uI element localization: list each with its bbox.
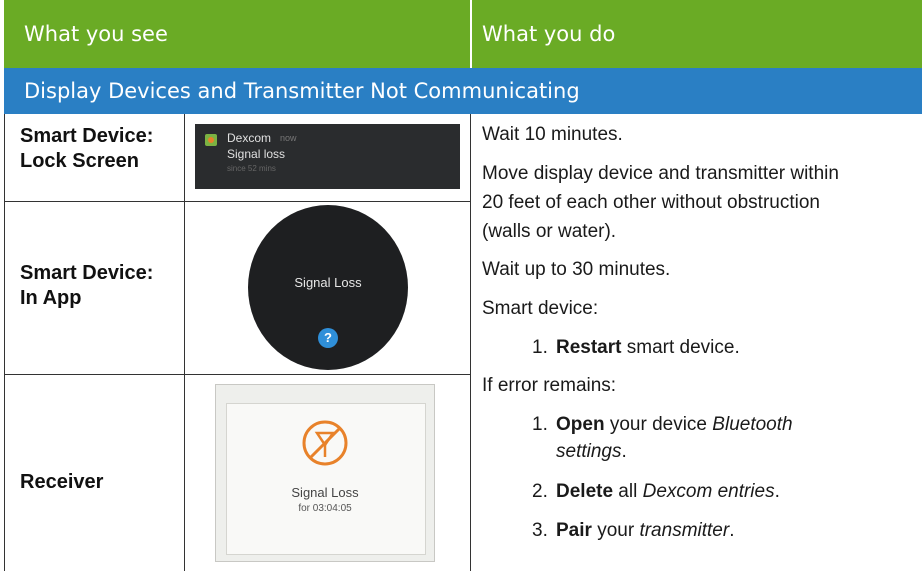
help-icon: ? <box>318 328 338 348</box>
step-pair-text: your <box>591 520 640 541</box>
watch-signal-loss-text: Signal Loss <box>294 275 362 290</box>
step-open-settings: settings <box>556 441 622 462</box>
header-what-you-see: What you see <box>4 0 470 68</box>
in-app-signal-loss-image: Signal Loss ? <box>248 205 408 370</box>
step-delete: Delete all Dexcom entries. <box>556 479 780 504</box>
instruction-move-line2: 20 feet of each other without obstructio… <box>482 192 820 213</box>
step-delete-number: 2. <box>532 481 548 502</box>
step-open-number: 1. <box>532 414 548 435</box>
notification-text: Signal loss <box>227 147 286 161</box>
receiver-signal-loss-duration: for 03:04:05 <box>298 503 352 514</box>
row-divider-1 <box>4 201 470 202</box>
table-column-divider-1 <box>184 114 185 571</box>
instruction-if-error: If error remains: <box>482 375 617 396</box>
header-divider <box>470 0 472 68</box>
instruction-wait-10: Wait 10 minutes. <box>482 124 623 145</box>
label-in-app-line2: In App <box>20 287 82 309</box>
step-open-verb: Open <box>556 414 605 435</box>
troubleshooting-table: What you see What you do Display Devices… <box>0 0 922 571</box>
notification-time: now <box>280 133 297 143</box>
instruction-smart-device: Smart device: <box>482 298 599 319</box>
instruction-wait-30: Wait up to 30 minutes. <box>482 259 671 280</box>
receiver-signal-loss-image: Signal Loss for 03:04:05 <box>215 384 435 562</box>
signal-loss-icon <box>301 419 349 467</box>
step-pair-number: 3. <box>532 520 548 541</box>
step-restart-number: 1. <box>532 337 548 358</box>
dexcom-app-icon <box>205 134 217 146</box>
label-receiver: Receiver <box>20 471 104 493</box>
receiver-signal-loss-text: Signal Loss <box>291 485 359 500</box>
notification-subtext: since 52 mins <box>227 164 276 173</box>
instruction-move-line1: Move display device and transmitter with… <box>482 163 839 184</box>
lock-screen-notification-image: Dexcom now Signal loss since 52 mins <box>195 124 460 189</box>
step-delete-verb: Delete <box>556 481 614 502</box>
section-title: Display Devices and Transmitter Not Comm… <box>4 68 922 114</box>
step-delete-dexcom-entries: Dexcom entries <box>642 481 775 502</box>
label-in-app-line1: Smart Device: <box>20 262 154 284</box>
step-open-bluetooth: Bluetooth <box>712 414 793 435</box>
step-delete-period: . <box>774 481 780 502</box>
instruction-move-line3: (walls or water). <box>482 221 617 242</box>
step-delete-text: all <box>613 481 643 502</box>
step-open-period: . <box>621 441 627 462</box>
label-lock-screen-line1: Smart Device: <box>20 125 154 147</box>
step-open-continued: settings. <box>556 439 627 464</box>
step-open-text: your device <box>604 414 713 435</box>
row-divider-2 <box>4 374 470 375</box>
step-restart-verb: Restart <box>556 337 622 358</box>
step-restart-text: smart device. <box>621 337 740 358</box>
step-restart: Restart smart device. <box>556 335 740 360</box>
header-what-you-do: What you do <box>470 0 922 68</box>
step-pair-transmitter: transmitter <box>639 520 730 541</box>
label-lock-screen-line2: Lock Screen <box>20 150 139 172</box>
notification-app-name: Dexcom <box>227 131 272 145</box>
table-column-divider-2 <box>470 114 471 571</box>
step-pair: Pair your transmitter. <box>556 518 734 543</box>
label-lock-screen: Smart Device: Lock Screen <box>20 124 153 174</box>
step-open: Open your device Bluetooth <box>556 412 896 437</box>
table-border-left <box>4 114 5 571</box>
label-in-app: Smart Device: In App <box>20 261 153 311</box>
step-pair-period: . <box>729 520 735 541</box>
step-pair-verb: Pair <box>556 520 592 541</box>
